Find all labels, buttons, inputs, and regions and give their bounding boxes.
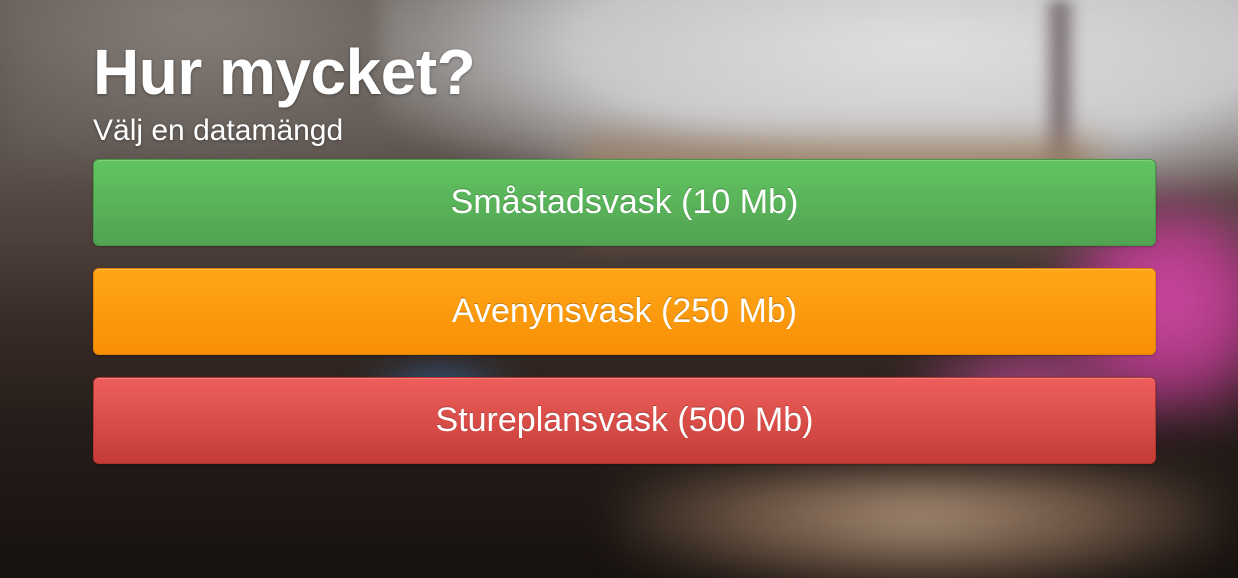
page-subtitle: Välj en datamängd (93, 114, 344, 147)
large-dataset-button[interactable]: Stureplansvask (500 Mb) (93, 377, 1156, 464)
page-title: Hur mycket? (93, 36, 476, 108)
data-size-selector: Hur mycket? Välj en datamängd Småstadsva… (93, 36, 1156, 464)
medium-dataset-button[interactable]: Avenynsvask (250 Mb) (93, 268, 1156, 355)
small-dataset-button[interactable]: Småstadsvask (10 Mb) (93, 159, 1156, 246)
